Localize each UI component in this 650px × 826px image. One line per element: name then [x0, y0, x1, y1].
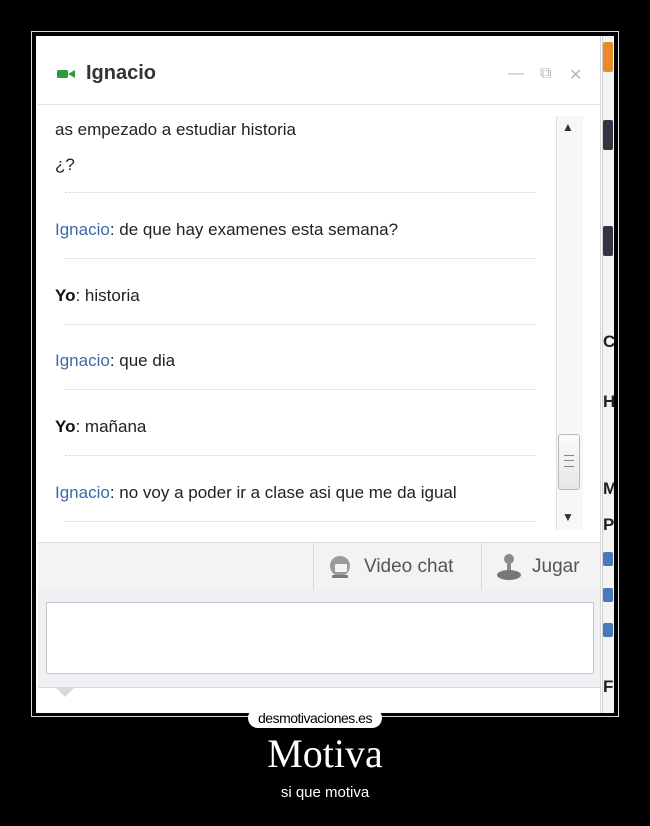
message-separator — [65, 258, 535, 259]
message-text: : de que hay examenes esta semana? — [109, 220, 399, 239]
message-separator — [65, 455, 535, 456]
message-text: ¿? — [55, 155, 75, 174]
speaker-name: Yo — [55, 417, 76, 436]
side-thumbnail — [603, 226, 613, 256]
minimize-icon[interactable]: — — [508, 65, 524, 83]
scroll-down-icon[interactable]: ▼ — [562, 510, 574, 524]
side-fragment-m: M — [603, 479, 614, 498]
message-scrollbar[interactable]: ▲ ▼ — [556, 116, 583, 530]
message-line: Ignacio: que dia — [55, 351, 175, 371]
close-icon[interactable]: ✕ — [569, 65, 582, 85]
play-button[interactable]: Jugar — [481, 543, 600, 590]
speaker-name: Yo — [55, 286, 76, 305]
message-line: ¿? — [55, 155, 75, 175]
side-thumbnail — [603, 120, 613, 150]
speaker-name[interactable]: Ignacio — [55, 483, 110, 502]
message-line: Ignacio: no voy a poder ir a clase asi q… — [55, 483, 457, 503]
message-text: : mañana — [75, 417, 147, 436]
side-gift-icon — [603, 552, 613, 566]
chat-title[interactable]: Ignacio — [86, 62, 156, 85]
message-line: Yo: mañana — [55, 417, 146, 437]
chat-window: Ignacio — ⧉ ✕ as empezado a estudiar his… — [38, 36, 601, 713]
scrollbar-thumb[interactable] — [558, 434, 580, 490]
side-fragment-c: C — [603, 332, 614, 351]
side-gift-icon — [603, 588, 613, 602]
composer-area — [38, 590, 600, 713]
side-orange-icon — [603, 42, 613, 72]
message-text: as empezado a estudiar historia — [55, 120, 296, 139]
message-input[interactable] — [46, 602, 594, 674]
chat-header: Ignacio — ⧉ ✕ — [38, 36, 600, 105]
video-chat-button[interactable]: Video chat — [313, 543, 481, 590]
chat-toolbar: Video chat Jugar — [38, 542, 600, 591]
video-chat-label: Video chat — [364, 555, 454, 577]
message-line: Ignacio: de que hay examenes esta semana… — [55, 220, 398, 240]
play-label: Jugar — [532, 555, 580, 577]
side-fragment-p: P — [603, 515, 614, 534]
pointer-notch — [56, 688, 74, 697]
webcam-icon — [330, 555, 350, 578]
message-text: : que dia — [109, 351, 176, 370]
message-separator — [65, 192, 535, 193]
poster-title: Motiva — [267, 731, 383, 776]
speaker-name[interactable]: Ignacio — [55, 220, 110, 239]
message-line: Yo: historia — [55, 286, 140, 306]
message-text: : historia — [75, 286, 140, 305]
message-list: as empezado a estudiar historia ¿? Ignac… — [38, 105, 568, 535]
side-fragment-h: H — [603, 392, 614, 411]
message-text: : no voy a poder ir a clase asi que me d… — [109, 483, 457, 502]
scroll-up-icon[interactable]: ▲ — [562, 120, 574, 134]
popout-icon[interactable]: ⧉ — [540, 65, 551, 83]
grip-icon — [564, 455, 574, 467]
screenshot-area: C H M P F Ignacio — ⧉ ✕ as empezado a es… — [36, 36, 614, 713]
message-separator — [65, 324, 535, 325]
message-line: as empezado a estudiar historia — [55, 120, 296, 140]
speaker-name[interactable]: Ignacio — [55, 351, 110, 370]
message-separator — [65, 389, 535, 390]
joystick-icon — [497, 553, 521, 580]
watermark-logo[interactable]: desmotivaciones.es — [248, 708, 382, 728]
message-separator — [65, 521, 535, 522]
side-gift-icon — [603, 623, 613, 637]
side-fragment-f: F — [603, 677, 614, 696]
video-camera-icon — [57, 70, 75, 78]
poster-subtitle: si que motiva — [280, 784, 370, 801]
